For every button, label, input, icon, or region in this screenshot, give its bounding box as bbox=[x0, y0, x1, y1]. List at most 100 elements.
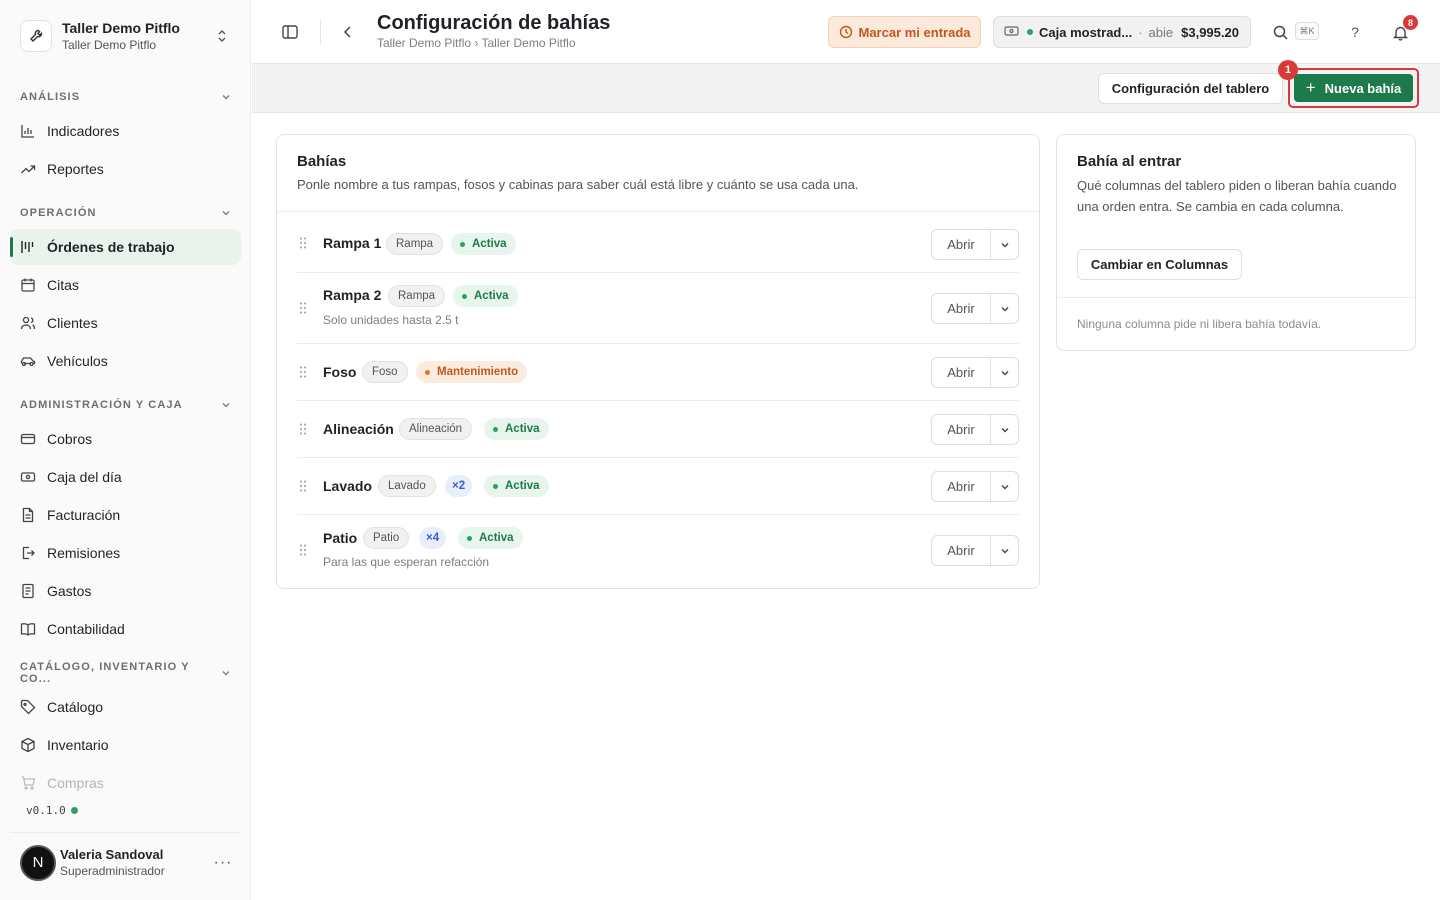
status-dot bbox=[70, 807, 78, 814]
sidebar-item-inventario[interactable]: Inventario bbox=[10, 727, 241, 763]
section-administracion[interactable]: ADMINISTRACIÓN Y CAJA bbox=[20, 397, 232, 413]
open-split-button: Abrir bbox=[931, 357, 1019, 388]
chevron-down-icon[interactable] bbox=[991, 472, 1018, 501]
open-button[interactable]: Abrir bbox=[932, 472, 991, 501]
sidebar-item-label: Citas bbox=[47, 277, 79, 293]
bar-chart-icon bbox=[20, 123, 36, 139]
chevron-down-icon[interactable] bbox=[991, 415, 1018, 444]
sidebar-item-label: Reportes bbox=[47, 161, 104, 177]
more-icon[interactable]: ··· bbox=[211, 854, 235, 872]
org-switcher[interactable]: Taller Demo Pitflo Taller Demo Pitflo bbox=[10, 10, 240, 62]
new-bay-label: Nueva bahía bbox=[1324, 80, 1402, 96]
chevron-down-icon bbox=[222, 403, 230, 408]
open-button[interactable]: Abrir bbox=[932, 536, 991, 565]
user-role: Superadministrador bbox=[60, 864, 165, 878]
card-description: Ponle nombre a tus rampas, fosos y cabin… bbox=[297, 177, 859, 192]
sidebar-item-label: Compras bbox=[47, 775, 104, 791]
card-title: Bahías bbox=[297, 153, 347, 170]
wrench-icon bbox=[20, 20, 52, 52]
change-in-columns-button[interactable]: Cambiar en Columnas bbox=[1077, 249, 1242, 280]
kanban-icon bbox=[20, 239, 36, 255]
sidebar-item-label: Remisiones bbox=[47, 545, 121, 561]
drag-handle-icon[interactable] bbox=[300, 544, 306, 556]
car-icon bbox=[20, 353, 36, 369]
board-config-button[interactable]: Configuración del tablero bbox=[1098, 73, 1283, 104]
sidebar-item-contabilidad[interactable]: Contabilidad bbox=[10, 611, 241, 647]
app-version: v0.1.0 bbox=[26, 804, 78, 817]
chevron-down-icon bbox=[222, 95, 230, 100]
sidebar-item-label: Clientes bbox=[47, 315, 98, 331]
help-icon[interactable]: ? bbox=[1344, 21, 1366, 43]
bay-type-badge: Alineación bbox=[399, 418, 473, 440]
open-button[interactable]: Abrir bbox=[932, 358, 991, 387]
sidebar-item-compras[interactable]: Compras bbox=[10, 765, 241, 801]
capacity-badge: ×2 bbox=[445, 475, 473, 497]
book-icon bbox=[20, 621, 36, 637]
status-badge: Activa bbox=[484, 418, 549, 440]
status-badge: Activa bbox=[458, 527, 523, 549]
cashbox-selector[interactable]: Caja mostrad... · abie $3,995.20 bbox=[993, 16, 1251, 48]
chevron-updown-icon bbox=[218, 30, 226, 42]
top-header: Configuración de bahías Taller Demo Pitf… bbox=[252, 0, 1440, 64]
sidebar-item-ordenes[interactable]: Órdenes de trabajo bbox=[10, 229, 241, 265]
section-label: CATÁLOGO, INVENTARIO Y CO... bbox=[20, 661, 190, 685]
sidebar-item-indicadores[interactable]: Indicadores bbox=[10, 113, 241, 149]
drag-handle-icon[interactable] bbox=[300, 237, 306, 249]
sidebar-item-label: Caja del día bbox=[47, 469, 122, 485]
open-button[interactable]: Abrir bbox=[932, 415, 991, 444]
search-icon[interactable] bbox=[1269, 21, 1291, 43]
bay-row: Foso Foso Mantenimiento Abrir bbox=[297, 344, 1019, 401]
chevron-down-icon[interactable] bbox=[991, 294, 1018, 323]
status-badge: Activa bbox=[484, 475, 549, 497]
chevron-down-icon[interactable] bbox=[991, 536, 1018, 565]
box-icon bbox=[20, 737, 36, 753]
sidebar-toggle-icon[interactable] bbox=[278, 20, 302, 44]
drag-handle-icon[interactable] bbox=[300, 302, 306, 314]
trend-icon bbox=[20, 161, 36, 177]
org-subtitle: Taller Demo Pitflo bbox=[62, 38, 157, 52]
drag-handle-icon[interactable] bbox=[300, 480, 306, 492]
clock-icon bbox=[839, 25, 853, 39]
new-bay-button[interactable]: + Nueva bahía bbox=[1294, 74, 1413, 102]
chevron-down-icon bbox=[222, 211, 230, 216]
bay-row: Rampa 2 Rampa Activa Solo unidades hasta… bbox=[297, 273, 1019, 344]
bay-name: Lavado bbox=[323, 478, 373, 494]
sidebar-item-catalogo[interactable]: Catálogo bbox=[10, 689, 241, 725]
section-operacion[interactable]: OPERACIÓN bbox=[20, 205, 232, 221]
drag-handle-icon[interactable] bbox=[300, 423, 306, 435]
sidebar-item-clientes[interactable]: Clientes bbox=[10, 305, 241, 341]
sidebar-item-caja[interactable]: Caja del día bbox=[10, 459, 241, 495]
wallet-icon bbox=[20, 431, 36, 447]
sidebar-item-vehiculos[interactable]: Vehículos bbox=[10, 343, 241, 379]
cash-icon bbox=[20, 469, 36, 485]
sidebar-item-facturacion[interactable]: Facturación bbox=[10, 497, 241, 533]
open-split-button: Abrir bbox=[931, 535, 1019, 566]
open-button[interactable]: Abrir bbox=[932, 230, 991, 259]
drag-handle-icon[interactable] bbox=[300, 366, 306, 378]
invoice-icon bbox=[20, 507, 36, 523]
bay-type-badge: Lavado bbox=[378, 475, 436, 497]
breadcrumb[interactable]: Taller Demo Pitflo › Taller Demo Pitflo bbox=[377, 36, 576, 50]
clock-in-button[interactable]: Marcar mi entrada bbox=[828, 16, 981, 48]
status-badge: Mantenimiento bbox=[416, 361, 528, 383]
bay-row: Lavado Lavado ×2 Activa Abrir bbox=[297, 458, 1019, 515]
user-menu[interactable]: N Valeria Sandoval Superadministrador ··… bbox=[10, 832, 241, 892]
sidebar-item-cobros[interactable]: Cobros bbox=[10, 421, 241, 457]
chevron-down-icon[interactable] bbox=[991, 358, 1018, 387]
open-button[interactable]: Abrir bbox=[932, 294, 991, 323]
sidebar-item-reportes[interactable]: Reportes bbox=[10, 151, 241, 187]
sidebar-item-label: Indicadores bbox=[47, 123, 120, 139]
section-analisis[interactable]: ANÁLISIS bbox=[20, 89, 232, 105]
section-catalogo[interactable]: CATÁLOGO, INVENTARIO Y CO... bbox=[20, 661, 232, 685]
page-title: Configuración de bahías bbox=[377, 12, 611, 34]
chevron-down-icon[interactable] bbox=[991, 230, 1018, 259]
sidebar-item-remisiones[interactable]: Remisiones bbox=[10, 535, 241, 571]
bay-row: Patio Patio ×4 Activa Para las que esper… bbox=[297, 515, 1019, 585]
sidebar-item-citas[interactable]: Citas bbox=[10, 267, 241, 303]
users-icon bbox=[20, 315, 36, 331]
user-name: Valeria Sandoval bbox=[60, 847, 164, 862]
sidebar-item-label: Órdenes de trabajo bbox=[47, 239, 175, 255]
bay-name: Rampa 1 bbox=[323, 235, 382, 251]
back-icon[interactable] bbox=[336, 20, 360, 44]
sidebar-item-gastos[interactable]: Gastos bbox=[10, 573, 241, 609]
